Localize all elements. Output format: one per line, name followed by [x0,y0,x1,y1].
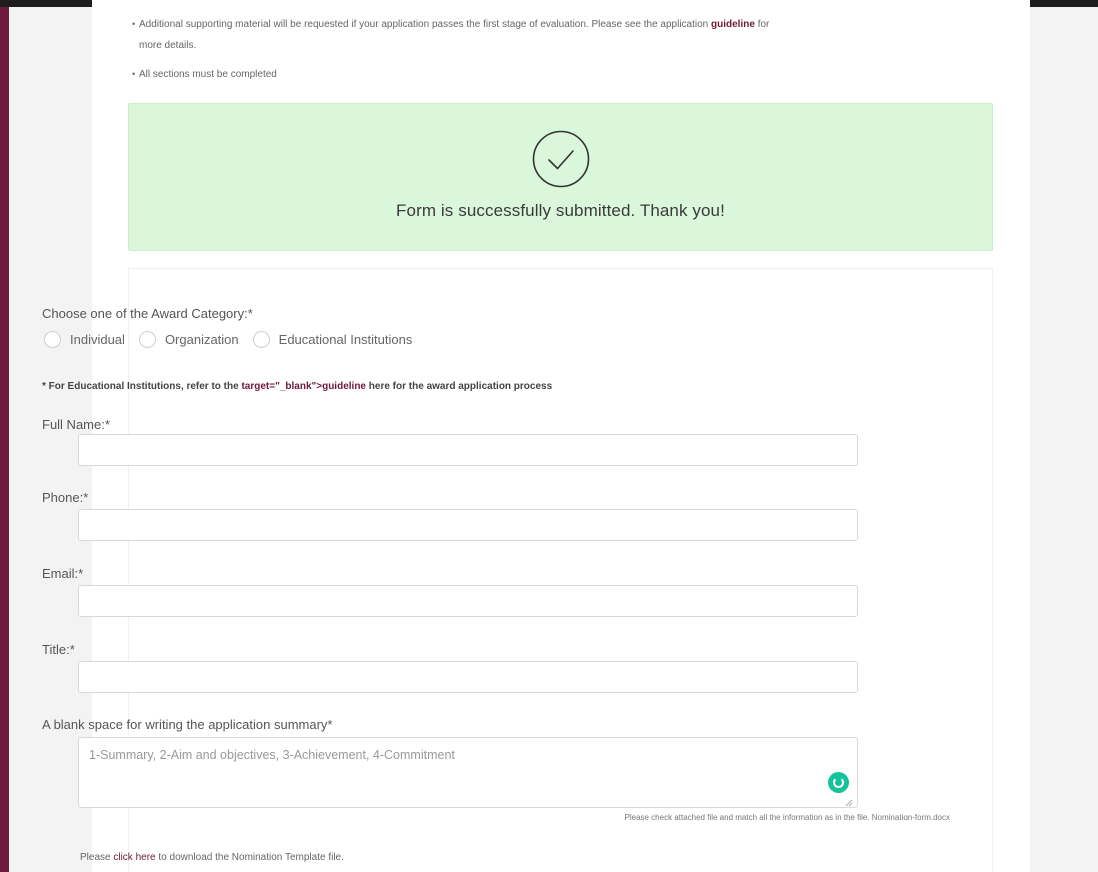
radio-circle[interactable] [252,330,270,348]
title-label: Title:* [42,642,75,657]
check-circle-icon [532,130,590,188]
instruction-text: Additional supporting material will be r… [139,19,709,30]
edu-note-text: * For Educational Institutions, refer to… [42,381,239,392]
left-bar-corner [0,0,9,7]
email-label: Email:* [42,566,84,581]
download-text: Please [80,852,111,863]
instructions-list: Additional supporting material will be r… [132,14,1012,85]
radio-label: Organization [164,331,239,347]
radio-individual[interactable]: Individual [44,330,125,348]
download-template-line: Please click here to download the Nomina… [80,852,344,863]
summary-label: A blank space for writing the applicatio… [42,717,333,732]
educational-institutions-note: * For Educational Institutions, refer to… [42,381,552,392]
full-name-label: Full Name:* [42,417,110,432]
instruction-item: Additional supporting material will be r… [132,14,1012,56]
email-input[interactable] [78,585,858,617]
instruction-item: All sections must be completed [132,64,1012,85]
phone-input[interactable] [78,509,858,541]
instruction-text-after: for [757,19,770,30]
radio-label: Individual [70,331,125,347]
instruction-text-cont: more details. [139,40,197,51]
grammarly-ring [833,777,844,788]
download-template-link[interactable]: click here [113,852,155,863]
title-input[interactable] [78,661,858,693]
guideline-link[interactable]: guideline [711,19,755,30]
radio-circle[interactable] [44,330,61,348]
radio-organization[interactable]: Organization [138,330,239,348]
success-banner: Form is successfully submitted. Thank yo… [128,103,993,251]
radio-circle[interactable] [138,330,156,348]
radio-label: Educational Institutions [278,331,413,347]
radio-educational-institutions[interactable]: Educational Institutions [252,330,413,348]
award-category-radio-group: Individual Organization Educational Inst… [44,330,426,348]
award-category-label: Choose one of the Award Category:* [42,306,253,321]
success-message: Form is successfully submitted. Thank yo… [396,201,725,220]
grammarly-icon[interactable] [828,772,849,793]
summary-textarea[interactable] [78,737,858,808]
resize-handle-icon[interactable] [845,799,853,807]
download-text-after: to download the Nomination Template file… [158,852,344,863]
phone-label: Phone:* [42,490,89,505]
full-name-input[interactable] [78,434,858,466]
edu-note-text-after: here for the award application process [368,381,553,392]
file-hint: Please check attached file and match all… [624,813,951,822]
edu-guideline-link[interactable]: target="_blank">guideline [241,381,366,392]
left-accent-bar [0,0,9,872]
instruction-text: All sections must be completed [139,69,277,80]
